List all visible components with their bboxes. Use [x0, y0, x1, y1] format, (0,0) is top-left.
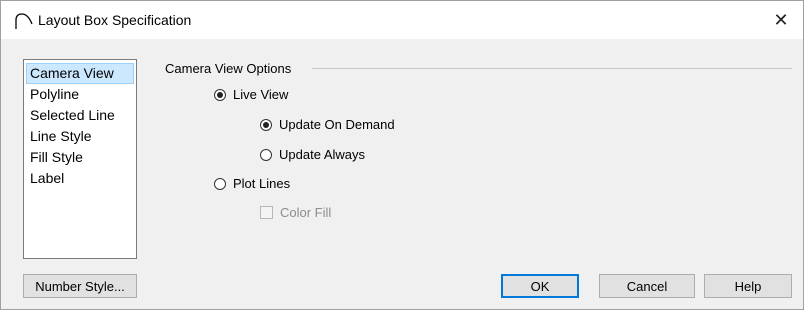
- color-fill-label: Color Fill: [280, 205, 332, 220]
- category-list[interactable]: Camera View Polyline Selected Line Line …: [23, 59, 137, 259]
- group-divider: [312, 68, 792, 69]
- sidebar-item-camera-view[interactable]: Camera View: [26, 63, 134, 84]
- layout-box-specification-dialog: Layout Box Specification ✕ Camera View P…: [0, 0, 804, 310]
- title-bar: Layout Box Specification ✕: [1, 1, 803, 39]
- help-button[interactable]: Help: [704, 274, 792, 298]
- sidebar-item-selected-line[interactable]: Selected Line: [26, 105, 134, 126]
- radio-selected-icon: [214, 88, 226, 101]
- update-on-demand-radio[interactable]: Update On Demand: [260, 117, 395, 132]
- sidebar-item-fill-style[interactable]: Fill Style: [26, 147, 134, 168]
- radio-empty-icon: [214, 177, 226, 190]
- sidebar-item-line-style[interactable]: Line Style: [26, 126, 134, 147]
- live-view-radio[interactable]: Live View: [214, 87, 288, 102]
- radio-selected-icon: [260, 118, 272, 131]
- plot-lines-label: Plot Lines: [233, 176, 291, 191]
- ok-button[interactable]: OK: [501, 274, 579, 298]
- color-fill-checkbox[interactable]: Color Fill: [260, 205, 331, 220]
- arc-icon: [15, 13, 33, 29]
- update-always-label: Update Always: [279, 147, 365, 162]
- sidebar-item-label[interactable]: Label: [26, 168, 134, 189]
- radio-empty-icon: [260, 148, 272, 161]
- number-style-button[interactable]: Number Style...: [23, 274, 137, 298]
- plot-lines-radio[interactable]: Plot Lines: [214, 176, 290, 191]
- window-title: Layout Box Specification: [38, 12, 192, 28]
- live-view-label: Live View: [233, 87, 289, 102]
- update-always-radio[interactable]: Update Always: [260, 147, 365, 162]
- cancel-button[interactable]: Cancel: [599, 274, 695, 298]
- camera-view-options-label: Camera View Options: [165, 61, 292, 76]
- close-icon[interactable]: ✕: [759, 1, 803, 39]
- checkbox-icon: [260, 206, 273, 219]
- sidebar-item-polyline[interactable]: Polyline: [26, 84, 134, 105]
- update-on-demand-label: Update On Demand: [279, 117, 395, 132]
